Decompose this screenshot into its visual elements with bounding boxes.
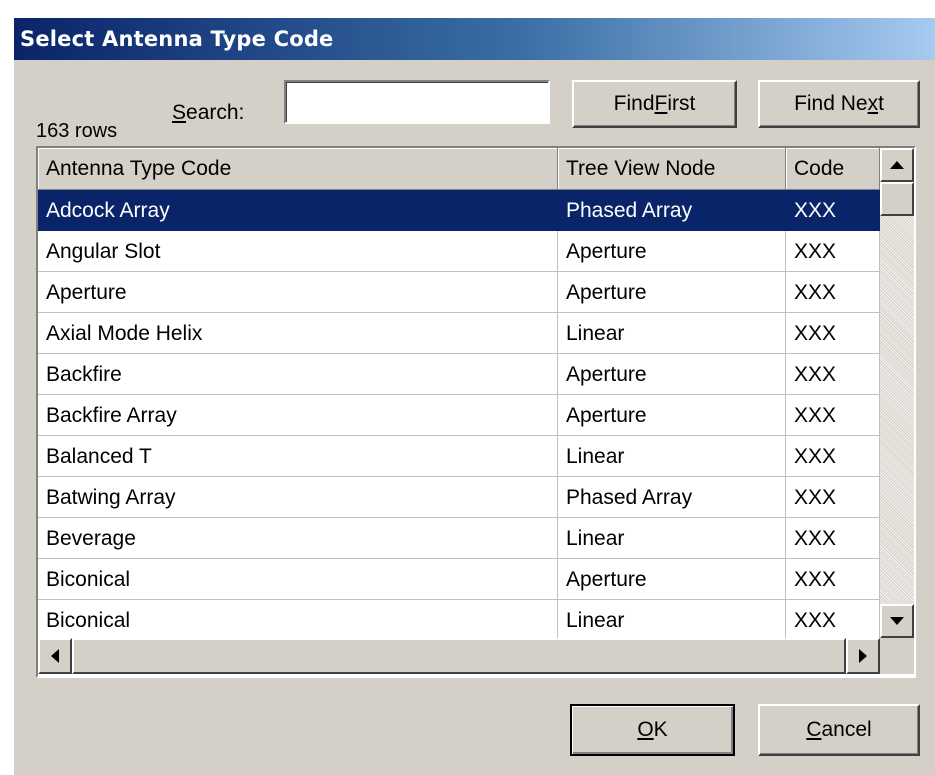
tree-view-node-cell: Aperture: [558, 559, 786, 600]
table-row[interactable]: Batwing Array Phased Array XXX: [38, 477, 880, 518]
code-cell: XXX: [786, 231, 880, 272]
code-cell: XXX: [786, 313, 880, 354]
antenna-type-code-cell: Axial Mode Helix: [38, 313, 558, 354]
arrow-left-icon: [51, 649, 59, 663]
title-bar[interactable]: Select Antenna Type Code: [14, 18, 935, 60]
ok-button[interactable]: OK: [570, 704, 735, 756]
antenna-type-code-cell: Balanced T: [38, 436, 558, 477]
code-cell: XXX: [786, 395, 880, 436]
table-row[interactable]: Backfire Array Aperture XXX: [38, 395, 880, 436]
arrow-up-icon: [890, 161, 904, 169]
scroll-left-button[interactable]: [38, 638, 72, 674]
tree-view-node-cell: Linear: [558, 600, 786, 638]
table-row[interactable]: Angular Slot Aperture XXX: [38, 231, 880, 272]
antenna-type-code-cell: Backfire: [38, 354, 558, 395]
search-label: Search:: [172, 101, 245, 124]
scroll-down-button[interactable]: [880, 604, 914, 638]
table-row[interactable]: Axial Mode Helix Linear XXX: [38, 313, 880, 354]
dialog-title: Select Antenna Type Code: [20, 27, 334, 51]
scroll-up-button[interactable]: [880, 148, 914, 182]
antenna-type-code-cell: Biconical: [38, 559, 558, 600]
code-cell: XXX: [786, 190, 880, 231]
table-row[interactable]: Aperture Aperture XXX: [38, 272, 880, 313]
tree-view-node-cell: Phased Array: [558, 190, 786, 231]
tree-view-node-cell: Aperture: [558, 395, 786, 436]
antenna-type-code-cell: Angular Slot: [38, 231, 558, 272]
table-row[interactable]: Adcock Array Phased Array XXX: [38, 190, 880, 231]
vertical-scroll-thumb[interactable]: [880, 182, 914, 216]
code-cell: XXX: [786, 477, 880, 518]
table-row[interactable]: Backfire Aperture XXX: [38, 354, 880, 395]
horizontal-scrollbar[interactable]: [38, 638, 880, 674]
tree-view-node-cell: Aperture: [558, 272, 786, 313]
tree-view-node-cell: Linear: [558, 436, 786, 477]
table-row[interactable]: Biconical Linear XXX: [38, 600, 880, 638]
tree-view-node-cell: Aperture: [558, 231, 786, 272]
row-count-label: 163 rows: [36, 120, 118, 142]
antenna-type-code-cell: Biconical: [38, 600, 558, 638]
arrow-down-icon: [890, 617, 904, 625]
find-next-button[interactable]: Find Ne x t: [758, 80, 920, 128]
scroll-right-button[interactable]: [846, 638, 880, 674]
antenna-type-code-cell: Batwing Array: [38, 477, 558, 518]
tree-view-node-cell: Phased Array: [558, 477, 786, 518]
code-cell: XXX: [786, 559, 880, 600]
column-header-tree-view-node[interactable]: Tree View Node: [558, 148, 786, 190]
arrow-right-icon: [859, 649, 867, 663]
tree-view-node-cell: Aperture: [558, 354, 786, 395]
horizontal-scroll-thumb[interactable]: [72, 638, 846, 674]
tree-view-node-cell: Linear: [558, 518, 786, 559]
vertical-scrollbar[interactable]: [880, 148, 914, 638]
antenna-type-code-cell: Aperture: [38, 272, 558, 313]
select-antenna-dialog: Select Antenna Type Code 163 rows Search…: [14, 18, 935, 775]
column-header-antenna-type-code[interactable]: Antenna Type Code: [38, 148, 558, 190]
column-header-code[interactable]: Code: [786, 148, 880, 190]
antenna-type-code-cell: Backfire Array: [38, 395, 558, 436]
antenna-type-code-cell: Adcock Array: [38, 190, 558, 231]
grid-viewport: Antenna Type Code Tree View Node Code Ad…: [38, 148, 880, 638]
table-row[interactable]: Biconical Aperture XXX: [38, 559, 880, 600]
code-cell: XXX: [786, 436, 880, 477]
code-cell: XXX: [786, 272, 880, 313]
code-cell: XXX: [786, 354, 880, 395]
find-first-button[interactable]: Find First: [572, 80, 737, 128]
antenna-type-code-cell: Beverage: [38, 518, 558, 559]
tree-view-node-cell: Linear: [558, 313, 786, 354]
antenna-type-grid[interactable]: Antenna Type Code Tree View Node Code Ad…: [36, 146, 916, 678]
search-input[interactable]: [284, 80, 550, 124]
code-cell: XXX: [786, 600, 880, 638]
table-row[interactable]: Balanced T Linear XXX: [38, 436, 880, 477]
code-cell: XXX: [786, 518, 880, 559]
table-row[interactable]: Beverage Linear XXX: [38, 518, 880, 559]
cancel-button[interactable]: Cancel: [758, 704, 920, 756]
scrollbar-corner: [880, 638, 914, 674]
